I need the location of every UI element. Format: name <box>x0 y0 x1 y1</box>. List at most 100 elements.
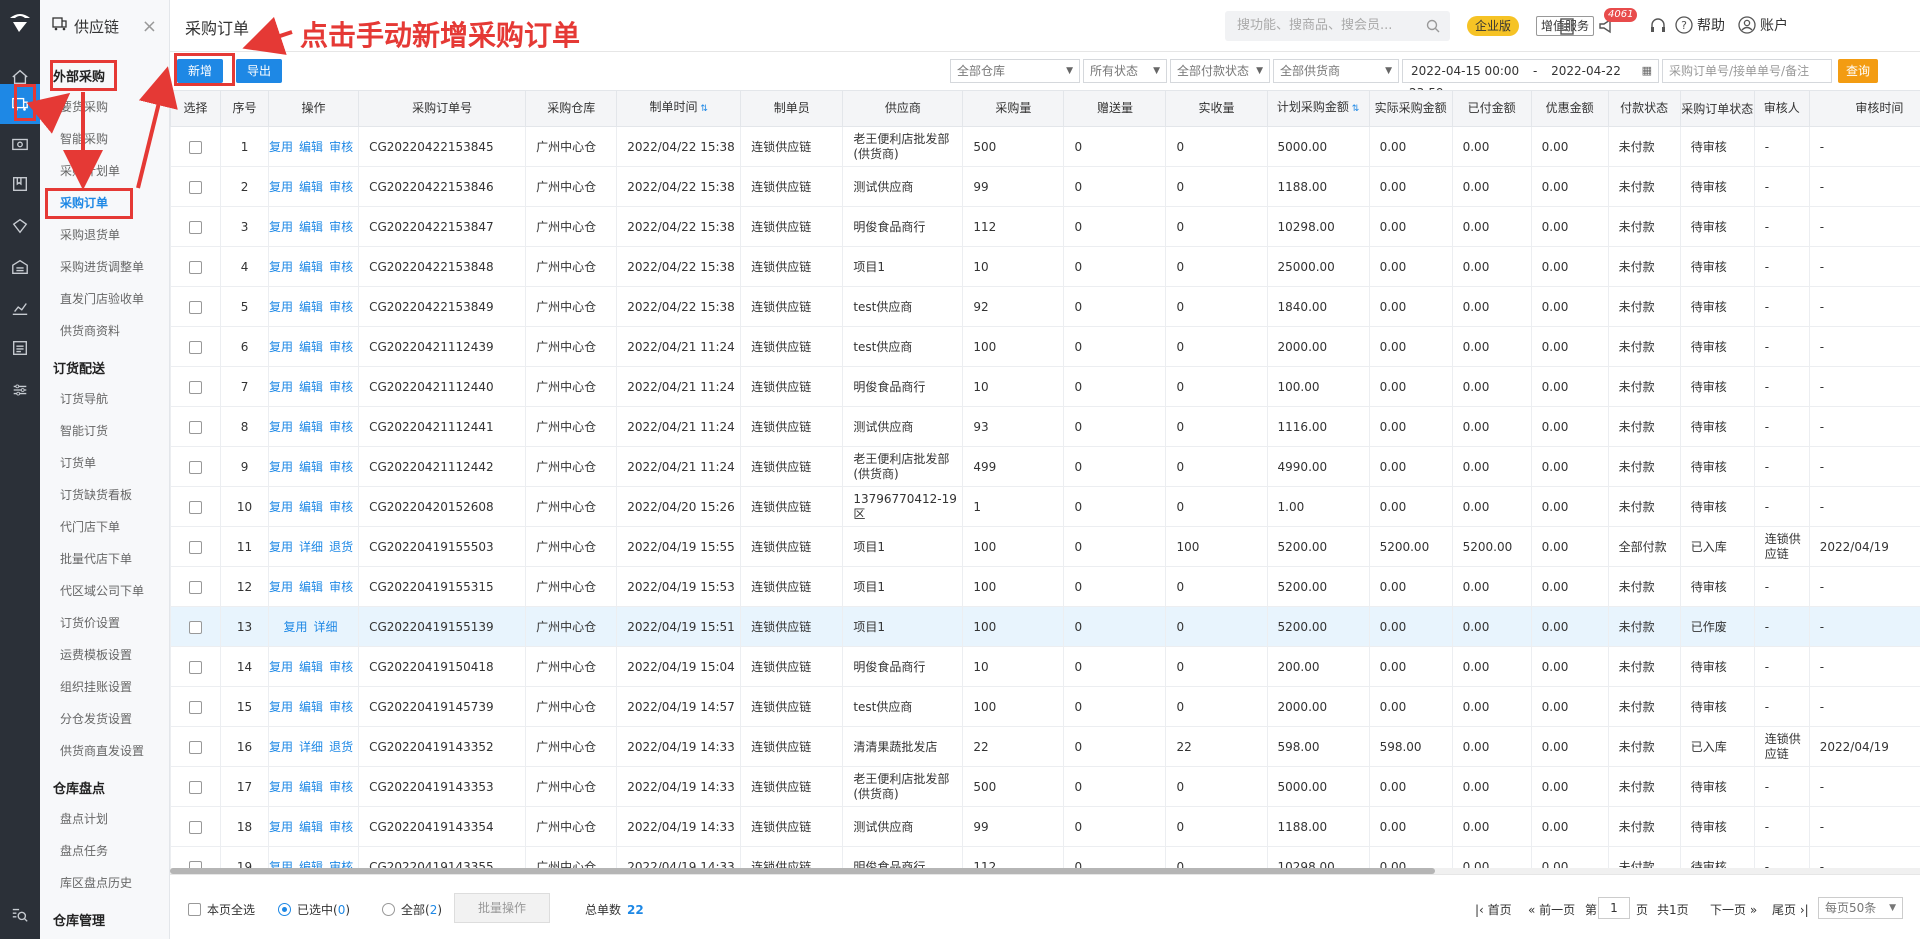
menu-item[interactable]: 组织挂账设置 <box>40 671 169 703</box>
row-action-link[interactable]: 编辑 <box>299 660 323 674</box>
row-action-link[interactable]: 复用 <box>270 740 294 754</box>
row-action-link[interactable]: 复用 <box>270 180 294 194</box>
add-button[interactable]: 新增 <box>177 59 223 83</box>
first-page-button[interactable]: |‹ 首页 <box>1475 901 1512 918</box>
global-search-input[interactable]: 搜功能、搜商品、搜会员... <box>1225 11 1450 41</box>
menu-item[interactable]: 批量代店下单 <box>40 543 169 575</box>
table-row[interactable]: 14 复用 编辑 审核 CG20220419150418 广州中心仓 2022/04/19 … <box>170 646 1920 687</box>
close-icon[interactable]: × <box>142 16 157 37</box>
table-row[interactable]: 10 复用 编辑 审核 CG20220420152608 广州中心仓 2022/04/20 … <box>170 486 1920 527</box>
row-checkbox[interactable] <box>189 540 202 554</box>
row-action-link[interactable]: 复用 <box>270 700 294 714</box>
chart-icon[interactable] <box>0 288 40 328</box>
row-action-link[interactable]: 审核 <box>329 300 353 314</box>
menu-group-title[interactable]: 仓库盘点 <box>40 777 169 803</box>
menu-group-title[interactable]: 订货配送 <box>40 357 169 383</box>
menu-item[interactable]: 代区域公司下单 <box>40 575 169 607</box>
row-checkbox[interactable] <box>189 740 202 754</box>
row-action-link[interactable]: 退货 <box>329 540 353 554</box>
row-checkbox[interactable] <box>189 300 202 314</box>
row-action-link[interactable]: 编辑 <box>299 300 323 314</box>
purchase-icon[interactable] <box>0 84 40 124</box>
row-action-link[interactable]: 详细 <box>314 620 338 634</box>
all-radio[interactable]: 全部(2) <box>382 901 442 918</box>
row-action-link[interactable]: 编辑 <box>299 220 323 234</box>
row-action-link[interactable]: 审核 <box>329 420 353 434</box>
menu-item[interactable]: 直发门店验收单 <box>40 283 169 315</box>
row-action-link[interactable]: 详细 <box>299 740 323 754</box>
row-action-link[interactable]: 编辑 <box>299 340 323 354</box>
row-action-link[interactable]: 复用 <box>270 340 294 354</box>
page-number-input[interactable]: 1 <box>1598 897 1630 919</box>
magnifier-icon[interactable] <box>1426 11 1440 41</box>
date-range-picker[interactable]: 2022-04-15 00:00 - 2022-04-22 23:59 ▦ <box>1402 59 1659 100</box>
table-row[interactable]: 16 复用 详细 退货 CG20220419143352 广州中心仓 2022/04/19 … <box>170 726 1920 767</box>
table-row[interactable]: 9 复用 编辑 审核 CG20220421112442 广州中心仓 2022/04/21 1… <box>170 446 1920 487</box>
settings-icon[interactable] <box>0 370 40 410</box>
row-action-link[interactable]: 审核 <box>329 260 353 274</box>
row-action-link[interactable]: 编辑 <box>299 420 323 434</box>
menu-item[interactable]: 分仓发货设置 <box>40 703 169 735</box>
table-row[interactable]: 13 复用 详细 CG20220419155139 广州中心仓 2022/04/19 15… <box>170 606 1920 647</box>
menu-group-title[interactable]: 外部采购 <box>40 65 169 91</box>
row-action-link[interactable]: 编辑 <box>299 820 323 834</box>
column-header[interactable]: 制单时间 ⇅ <box>616 90 742 127</box>
row-checkbox[interactable] <box>189 460 202 474</box>
warehouse-filter[interactable]: 全部仓库 ▼ <box>950 59 1080 83</box>
clipboard-icon[interactable] <box>1555 14 1579 38</box>
row-action-link[interactable]: 复用 <box>270 260 294 274</box>
enterprise-badge[interactable]: 企业版 <box>1467 16 1520 36</box>
row-action-link[interactable]: 详细 <box>299 540 323 554</box>
row-checkbox[interactable] <box>189 420 202 434</box>
table-row[interactable]: 5 复用 编辑 审核 CG20220422153849 广州中心仓 2022/04/22 1… <box>170 286 1920 327</box>
row-action-link[interactable]: 编辑 <box>299 260 323 274</box>
row-action-link[interactable]: 审核 <box>329 460 353 474</box>
table-row[interactable]: 3 复用 编辑 审核 CG20220422153847 广州中心仓 2022/04/22 1… <box>170 206 1920 247</box>
sort-icon[interactable]: ⇅ <box>1349 104 1360 114</box>
row-action-link[interactable]: 审核 <box>329 140 353 154</box>
row-checkbox[interactable] <box>189 380 202 394</box>
row-action-link[interactable]: 复用 <box>270 380 294 394</box>
status-filter[interactable]: 所有状态 ▼ <box>1083 59 1167 83</box>
row-action-link[interactable]: 审核 <box>329 820 353 834</box>
table-row[interactable]: 18 复用 编辑 审核 CG20220419143354 广州中心仓 2022/04/19 … <box>170 806 1920 847</box>
menu-item[interactable]: 采购退货单 <box>40 219 169 251</box>
row-checkbox[interactable] <box>189 140 202 154</box>
row-action-link[interactable]: 复用 <box>270 540 294 554</box>
table-row[interactable]: 8 复用 编辑 审核 CG20220421112441 广州中心仓 2022/04/21 1… <box>170 406 1920 447</box>
menu-item[interactable]: 供货商直发设置 <box>40 735 169 767</box>
row-action-link[interactable]: 复用 <box>270 460 294 474</box>
table-row[interactable]: 2 复用 编辑 审核 CG20220422153846 广州中心仓 2022/04/22 1… <box>170 166 1920 207</box>
row-checkbox[interactable] <box>189 580 202 594</box>
menu-item[interactable]: 代门店下单 <box>40 511 169 543</box>
money-icon[interactable] <box>0 124 40 164</box>
help-link[interactable]: ? 帮助 <box>1675 15 1725 35</box>
menu-item[interactable]: 要货采购 <box>40 91 169 123</box>
table-row[interactable]: 12 复用 编辑 审核 CG20220419155315 广州中心仓 2022/04/19 … <box>170 566 1920 607</box>
menu-item[interactable]: 运费模板设置 <box>40 639 169 671</box>
tag-icon[interactable] <box>0 206 40 246</box>
menu-item[interactable]: 采购计划单 <box>40 155 169 187</box>
account-link[interactable]: 账户 <box>1738 15 1788 35</box>
row-action-link[interactable]: 复用 <box>270 300 294 314</box>
row-action-link[interactable]: 审核 <box>329 380 353 394</box>
row-checkbox[interactable] <box>189 260 202 274</box>
row-action-link[interactable]: 编辑 <box>299 380 323 394</box>
select-page-checkbox[interactable]: 本页全选 <box>188 901 255 918</box>
export-button[interactable]: 导出 <box>236 59 282 83</box>
menu-item[interactable]: 智能采购 <box>40 123 169 155</box>
table-row[interactable]: 1 复用 编辑 审核 CG20220422153845 广州中心仓 2022/04/22 1… <box>170 126 1920 167</box>
row-action-link[interactable]: 编辑 <box>299 180 323 194</box>
row-action-link[interactable]: 编辑 <box>299 580 323 594</box>
order-search-input[interactable]: 采购订单号/接单单号/备注 <box>1662 59 1832 83</box>
prev-page-button[interactable]: « 前一页 <box>1528 901 1575 918</box>
table-row[interactable]: 17 复用 编辑 审核 CG20220419143353 广州中心仓 2022/04/19 … <box>170 766 1920 807</box>
row-checkbox[interactable] <box>189 500 202 514</box>
row-action-link[interactable]: 审核 <box>329 660 353 674</box>
row-action-link[interactable]: 编辑 <box>299 460 323 474</box>
row-action-link[interactable]: 复用 <box>270 660 294 674</box>
page-size-select[interactable]: 每页50条 ▼ <box>1818 897 1903 919</box>
row-action-link[interactable]: 退货 <box>329 740 353 754</box>
row-action-link[interactable]: 复用 <box>270 500 294 514</box>
last-page-button[interactable]: 尾页 ›| <box>1772 901 1809 918</box>
